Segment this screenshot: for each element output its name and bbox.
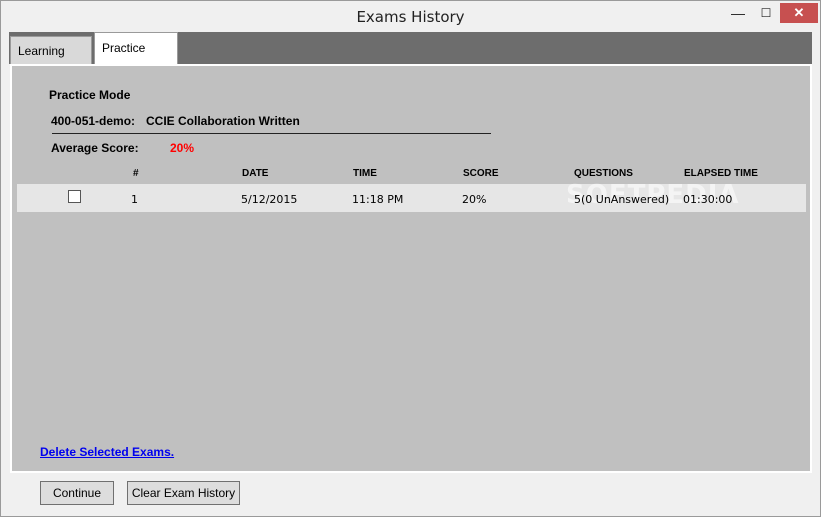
close-button[interactable]: ✕: [780, 3, 818, 23]
tab-learning-mode[interactable]: Learning Mode: [10, 36, 92, 86]
minimize-button[interactable]: —: [724, 3, 752, 23]
column-header-date: DATE: [242, 168, 269, 179]
row-select-checkbox[interactable]: [68, 190, 81, 203]
exam-name: CCIE Collaboration Written: [146, 114, 300, 128]
window-title: Exams History: [356, 8, 465, 26]
average-score-label: Average Score:: [51, 141, 139, 155]
row-date: 5/12/2015: [241, 193, 298, 206]
row-elapsed-time: 01:30:00: [683, 193, 733, 206]
column-header-number: #: [133, 168, 139, 179]
button-bar: [1, 477, 820, 516]
mode-tabs: Learning Mode Practice Mode: [9, 32, 812, 86]
maximize-button[interactable]: ☐: [752, 3, 780, 23]
column-header-elapsed-time: ELAPSED TIME: [684, 168, 758, 179]
title-bar[interactable]: Exams History — ☐ ✕: [1, 1, 820, 32]
exam-code: 400-051-demo:: [51, 114, 136, 128]
clear-exam-history-button[interactable]: Clear Exam History: [127, 481, 240, 505]
section-heading: Practice Mode: [49, 88, 131, 102]
row-questions: 5(0 UnAnswered): [574, 193, 670, 206]
row-score: 20%: [462, 193, 487, 206]
column-header-score: SCORE: [463, 168, 499, 179]
delete-selected-exams-link[interactable]: Delete Selected Exams.: [40, 445, 174, 459]
column-header-time: TIME: [353, 168, 377, 179]
column-header-questions: QUESTIONS: [574, 168, 633, 179]
row-time: 11:18 PM: [352, 193, 404, 206]
row-number: 1: [131, 193, 138, 206]
average-score-value: 20%: [170, 141, 195, 155]
tab-practice-mode[interactable]: Practice Mode: [94, 32, 178, 85]
exams-history-window: Exams History — ☐ ✕ Learning Mode Practi…: [0, 0, 821, 517]
continue-button[interactable]: Continue: [40, 481, 114, 505]
practice-mode-panel: Practice Mode 400-051-demo: CCIE Collabo…: [10, 64, 812, 473]
divider: [52, 133, 491, 134]
